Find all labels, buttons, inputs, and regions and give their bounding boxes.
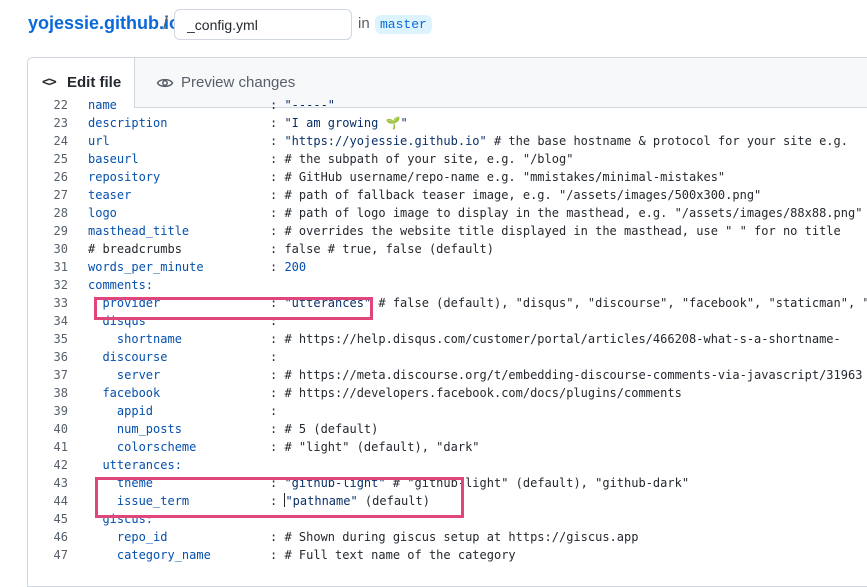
line-number: 27 [53,188,68,202]
line-number: 42 [53,458,68,472]
line-number: 32 [53,278,68,292]
yaml-key: description [88,116,168,130]
yaml-key: logo [88,206,117,220]
yaml-key: category_name [88,548,211,562]
yaml-value: : # https://help.disqus.com/customer/por… [270,332,841,346]
line-number: 25 [53,152,68,166]
line-number: 35 [53,332,68,346]
yaml-value: : # "light" (default), "dark" [270,440,480,454]
code-line: 30 # breadcrumbs : false # true, false (de… [28,240,867,258]
line-number: 34 [53,314,68,328]
code-line: 42 utterances: [28,456,867,474]
code-line: 41 colorscheme : # "light" (default), "da… [28,438,867,456]
yaml-value: : # overrides the website title displaye… [270,224,841,238]
yaml-value: : # path of logo image to display in the… [270,206,863,220]
code-line: 24 url : "https://yojessie.github.io" # th… [28,132,867,150]
yaml-value: : # path of fallback teaser image, e.g. … [270,188,762,202]
line-number: 23 [53,116,68,130]
code-line: 22 name : "-----" [28,96,867,114]
yaml-key: num_posts [88,422,182,436]
highlight-box-utterances [95,477,464,518]
yaml-value: : "https://yojessie.github.io" # the bas… [270,134,848,148]
yaml-value: : # Full text name of the category [270,548,516,562]
yaml-key: appid [88,404,154,418]
line-number: 46 [53,530,68,544]
code-line: 38 facebook : # https://developers.facebo… [28,384,867,402]
repo-link[interactable]: yojessie.github.io [28,13,180,34]
code-line: 36 discourse: [28,348,867,366]
code-line: 28 logo : # path of logo image to display … [28,204,867,222]
line-number: 31 [53,260,68,274]
yaml-key: baseurl [88,152,139,166]
code-line: 26 repository : # GitHub username/repo-nam… [28,168,867,186]
line-number: 22 [53,98,68,112]
line-number: 37 [53,368,68,382]
yaml-value: : # https://developers.facebook.com/docs… [270,386,682,400]
yaml-key: comments: [88,278,154,292]
code-line: 47 category_name : # Full text name of th… [28,546,867,564]
yaml-value: : false # true, false (default) [270,242,494,256]
code-line: 31 words_per_minute : 200 [28,258,867,276]
yaml-value: : # GitHub username/repo-name e.g. "mmis… [270,170,726,184]
code-line: 23 description : "I am growing 🌱" [28,114,867,132]
line-number: 40 [53,422,68,436]
yaml-value: : "-----" [270,98,336,112]
yaml-key: discourse [88,350,168,364]
code-line: 37 server : # https://meta.discourse.org/… [28,366,867,384]
yaml-value: : # 5 (default) [270,422,379,436]
yaml-value: : # https://meta.discourse.org/t/embeddi… [270,368,863,382]
yaml-value: : [270,350,278,364]
yaml-key: utterances: [88,458,182,472]
yaml-key: shortname [88,332,182,346]
yaml-key: repo_id [88,530,168,544]
yaml-key: repository [88,170,161,184]
line-number: 41 [53,440,68,454]
code-line: 35 shortname : # https://help.disqus.com/… [28,330,867,348]
yaml-value: : # the subpath of your site, e.g. "/blo… [270,152,574,166]
line-number: 26 [53,170,68,184]
line-number: 43 [53,476,68,490]
branch-badge: master [375,15,432,34]
highlight-box-provider [94,297,373,320]
line-number: 36 [53,350,68,364]
line-number: 28 [53,206,68,220]
breadcrumb: yojessie.github.io / in master [0,0,867,50]
yaml-key: words_per_minute [88,260,204,274]
eye-icon [156,78,174,88]
line-number: 47 [53,548,68,562]
yaml-key: url [88,134,110,148]
line-number: 29 [53,224,68,238]
yaml-key: masthead_title [88,224,190,238]
line-number: 33 [53,296,68,310]
yaml-key: server [88,368,161,382]
yaml-value: : [270,404,278,418]
code-line: 39 appid: [28,402,867,420]
yaml-key: teaser [88,188,132,202]
yaml-value: : 200 [270,260,307,274]
code-line: 32 comments: [28,276,867,294]
yaml-value: : # Shown during giscus setup at https:/… [270,530,639,544]
yaml-key: name [88,98,117,112]
line-number: 45 [53,512,68,526]
in-label: in [358,15,370,32]
line-number: 30 [53,242,68,256]
code-line: 25 baseurl : # the subpath of your site, e… [28,150,867,168]
code-line: 29 masthead_title : # overrides the websit… [28,222,867,240]
code-icon: <> [42,75,57,90]
line-number: 24 [53,134,68,148]
filename-input[interactable] [174,9,352,40]
line-number: 39 [53,404,68,418]
tab-preview-changes-label: Preview changes [181,74,296,91]
code-line: 27 teaser : # path of fallback teaser imag… [28,186,867,204]
line-number: 44 [53,494,68,508]
code-line: 40 num_posts : # 5 (default) [28,420,867,438]
breadcrumb-separator: / [163,13,169,33]
yaml-value: : "I am growing 🌱" [270,116,408,130]
yaml-key: # breadcrumbs [88,242,182,256]
tab-edit-file-label: Edit file [67,74,122,91]
code-line: 46 repo_id : # Shown during giscus setup … [28,528,867,546]
yaml-key: colorscheme [88,440,197,454]
yaml-key: facebook [88,386,161,400]
line-number: 38 [53,386,68,400]
